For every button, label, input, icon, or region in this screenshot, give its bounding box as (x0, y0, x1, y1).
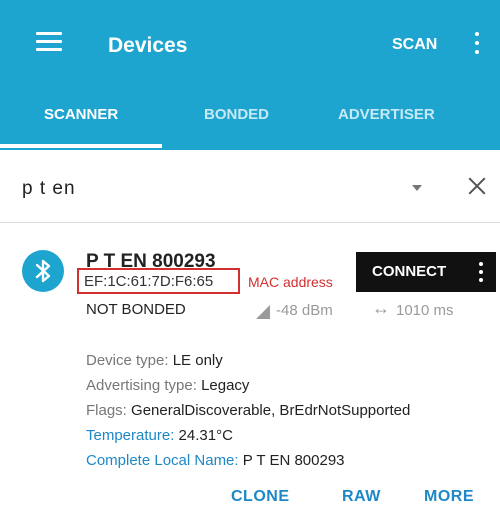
detail-device-type: Device type: LE only (86, 352, 223, 369)
more-button[interactable]: MORE (424, 488, 474, 506)
signal-icon (256, 305, 270, 319)
dropdown-icon[interactable] (412, 185, 422, 191)
rssi-value: -48 dBm (276, 302, 333, 319)
connect-button[interactable]: CONNECT (356, 252, 496, 292)
detail-local-name: Complete Local Name: P T EN 800293 (86, 452, 345, 469)
app-bar: Devices SCAN SCANNER BONDED ADVERTISER (0, 0, 500, 150)
connect-overflow-icon[interactable] (478, 260, 484, 284)
filter-input[interactable]: p t en (22, 178, 76, 200)
bond-state: NOT BONDED (86, 301, 186, 318)
clear-icon[interactable] (466, 175, 488, 197)
page-title: Devices (108, 34, 188, 57)
tab-indicator (0, 144, 162, 148)
interval-icon: ↔ (372, 298, 390, 318)
mac-annotation: MAC address (248, 274, 333, 290)
clone-button[interactable]: CLONE (231, 488, 290, 506)
overflow-menu-icon[interactable] (470, 30, 484, 56)
divider (0, 222, 500, 223)
bluetooth-icon (22, 250, 64, 292)
connect-label: CONNECT (372, 263, 447, 280)
tab-advertiser[interactable]: ADVERTISER (338, 106, 435, 123)
tab-bonded[interactable]: BONDED (204, 106, 269, 123)
tab-scanner[interactable]: SCANNER (44, 106, 118, 123)
detail-advertising-type: Advertising type: Legacy (86, 377, 250, 394)
detail-flags: Flags: GeneralDiscoverable, BrEdrNotSupp… (86, 402, 411, 419)
interval-value: 1010 ms (396, 302, 454, 319)
menu-icon[interactable] (36, 32, 62, 52)
scan-button[interactable]: SCAN (392, 36, 437, 54)
mac-address: EF:1C:61:7D:F6:65 (84, 273, 214, 290)
raw-button[interactable]: RAW (342, 488, 381, 506)
detail-temperature: Temperature: 24.31°C (86, 427, 233, 444)
